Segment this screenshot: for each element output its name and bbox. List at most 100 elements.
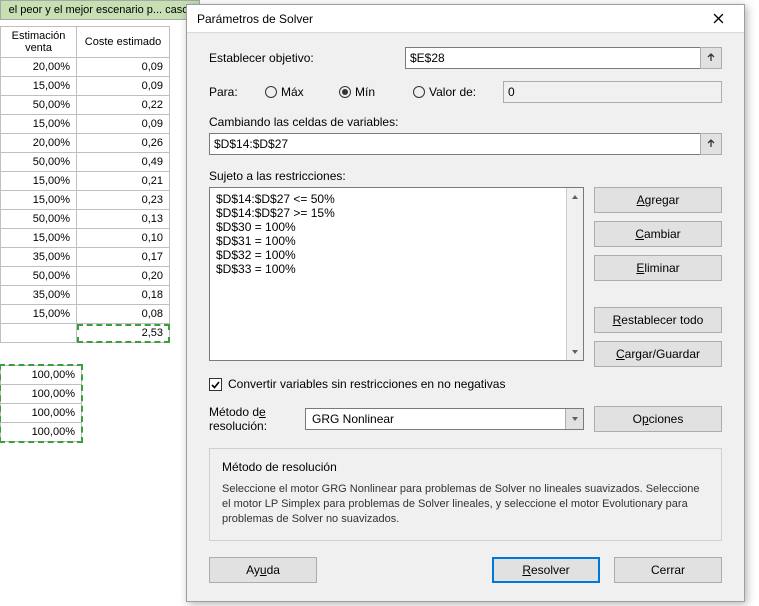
solver-dialog: Parámetros de Solver Establecer objetivo…: [186, 4, 745, 602]
collapse-icon: [705, 52, 717, 64]
table-row: 15,00%0,09: [1, 115, 170, 134]
radio-icon: [413, 86, 425, 98]
close-button-footer[interactable]: Cerrar: [614, 557, 722, 583]
cell-estimation[interactable]: 50,00%: [1, 210, 77, 229]
constraints-label: Sujeto a las restricciones:: [209, 169, 722, 183]
sum-block[interactable]: 100,00%100,00%100,00%100,00%: [0, 365, 82, 442]
to-label: Para:: [209, 85, 265, 99]
total-empty: [1, 324, 77, 343]
constraint-item[interactable]: $D$31 = 100%: [216, 234, 577, 248]
radio-max[interactable]: Máx: [265, 85, 339, 99]
cell-cost[interactable]: 0,18: [77, 286, 170, 305]
table-row: 50,00%0,49: [1, 153, 170, 172]
table-row: 20,00%0,09: [1, 58, 170, 77]
table-row: 15,00%0,08: [1, 305, 170, 324]
constraint-item[interactable]: $D$32 = 100%: [216, 248, 577, 262]
changing-cells-label: Cambiando las celdas de variables:: [209, 115, 722, 129]
options-button[interactable]: Opciones: [594, 406, 722, 432]
cell-estimation[interactable]: 15,00%: [1, 172, 77, 191]
set-objective-label: Establecer objetivo:: [209, 51, 405, 65]
help-button[interactable]: Ayuda: [209, 557, 317, 583]
radio-value-of[interactable]: Valor de:: [413, 85, 503, 99]
cell-cost[interactable]: 0,49: [77, 153, 170, 172]
cell-estimation[interactable]: 35,00%: [1, 248, 77, 267]
cell-estimation[interactable]: 15,00%: [1, 77, 77, 96]
group-title: Método de resolución: [222, 459, 709, 476]
collapse-icon: [705, 138, 717, 150]
dialog-title: Parámetros de Solver: [197, 12, 313, 26]
cell-estimation[interactable]: 20,00%: [1, 134, 77, 153]
scrollbar[interactable]: [566, 188, 583, 360]
constraint-item[interactable]: $D$14:$D$27 <= 50%: [216, 192, 577, 206]
cell-estimation[interactable]: 35,00%: [1, 286, 77, 305]
table-row: 15,00%0,21: [1, 172, 170, 191]
cell-cost[interactable]: 0,08: [77, 305, 170, 324]
cell-cost[interactable]: 0,17: [77, 248, 170, 267]
change-button[interactable]: Cambiar: [594, 221, 722, 247]
cell-cost[interactable]: 0,26: [77, 134, 170, 153]
sum-cell[interactable]: 100,00%: [1, 385, 82, 404]
cell-estimation[interactable]: 20,00%: [1, 58, 77, 77]
table-row: 50,00%0,22: [1, 96, 170, 115]
data-table: Estimación venta Coste estimado 20,00%0,…: [0, 26, 170, 343]
objective-ref-button[interactable]: [700, 47, 722, 69]
col-header-estimation: Estimación venta: [1, 27, 77, 58]
cell-estimation[interactable]: 50,00%: [1, 267, 77, 286]
cell-estimation[interactable]: 15,00%: [1, 191, 77, 210]
add-button[interactable]: Agregar: [594, 187, 722, 213]
cell-estimation[interactable]: 15,00%: [1, 305, 77, 324]
table-row: 20,00%0,26: [1, 134, 170, 153]
objective-cell-input[interactable]: [405, 47, 701, 69]
table-row: 35,00%0,18: [1, 286, 170, 305]
table-row: 50,00%0,20: [1, 267, 170, 286]
cell-cost[interactable]: 0,20: [77, 267, 170, 286]
sum-cell[interactable]: 100,00%: [1, 366, 82, 385]
changing-ref-button[interactable]: [700, 133, 722, 155]
group-text: Seleccione el motor GRG Nonlinear para p…: [222, 482, 709, 528]
constraint-item[interactable]: $D$33 = 100%: [216, 262, 577, 276]
method-label: Método de resolución:: [209, 405, 295, 434]
table-row: 50,00%0,13: [1, 210, 170, 229]
cell-cost[interactable]: 0,23: [77, 191, 170, 210]
total-cell[interactable]: 2,53: [77, 324, 170, 343]
sum-cell[interactable]: 100,00%: [1, 423, 82, 442]
constraint-item[interactable]: $D$14:$D$27 >= 15%: [216, 206, 577, 220]
cell-cost[interactable]: 0,09: [77, 115, 170, 134]
titlebar: Parámetros de Solver: [187, 5, 744, 33]
cell-cost[interactable]: 0,13: [77, 210, 170, 229]
changing-cells-input[interactable]: [209, 133, 701, 155]
method-description-group: Método de resolución Seleccione el motor…: [209, 448, 722, 541]
solve-button[interactable]: Resolver: [492, 557, 600, 583]
sheet-banner: el peor y el mejor escenario p... caso.: [0, 0, 200, 20]
cell-estimation[interactable]: 50,00%: [1, 153, 77, 172]
sum-cell[interactable]: 100,00%: [1, 404, 82, 423]
spreadsheet-area: el peor y el mejor escenario p... caso. …: [0, 0, 200, 445]
table-row: 35,00%0,17: [1, 248, 170, 267]
reset-all-button[interactable]: Restablecer todo: [594, 307, 722, 333]
method-select[interactable]: GRG Nonlinear: [305, 408, 584, 430]
table-row: 15,00%0,10: [1, 229, 170, 248]
close-button[interactable]: [698, 8, 738, 30]
scroll-up-icon[interactable]: [567, 188, 583, 205]
value-of-input[interactable]: [503, 81, 722, 103]
cell-estimation[interactable]: 15,00%: [1, 115, 77, 134]
cell-cost[interactable]: 0,09: [77, 77, 170, 96]
cell-estimation[interactable]: 15,00%: [1, 229, 77, 248]
load-save-button[interactable]: Cargar/Guardar: [594, 341, 722, 367]
table-row: 15,00%0,23: [1, 191, 170, 210]
cell-cost[interactable]: 0,21: [77, 172, 170, 191]
cell-cost[interactable]: 0,10: [77, 229, 170, 248]
scroll-down-icon[interactable]: [567, 343, 583, 360]
checkbox-icon: [209, 378, 222, 391]
cell-cost[interactable]: 0,22: [77, 96, 170, 115]
cell-cost[interactable]: 0,09: [77, 58, 170, 77]
radio-icon: [265, 86, 277, 98]
radio-min[interactable]: Mín: [339, 85, 413, 99]
chevron-down-icon: [565, 409, 583, 429]
cell-estimation[interactable]: 50,00%: [1, 96, 77, 115]
constraint-item[interactable]: $D$30 = 100%: [216, 220, 577, 234]
close-icon: [713, 13, 724, 24]
nonneg-checkbox[interactable]: Convertir variables sin restricciones en…: [209, 377, 722, 391]
constraints-listbox[interactable]: $D$14:$D$27 <= 50%$D$14:$D$27 >= 15%$D$3…: [209, 187, 584, 361]
delete-button[interactable]: Eliminar: [594, 255, 722, 281]
